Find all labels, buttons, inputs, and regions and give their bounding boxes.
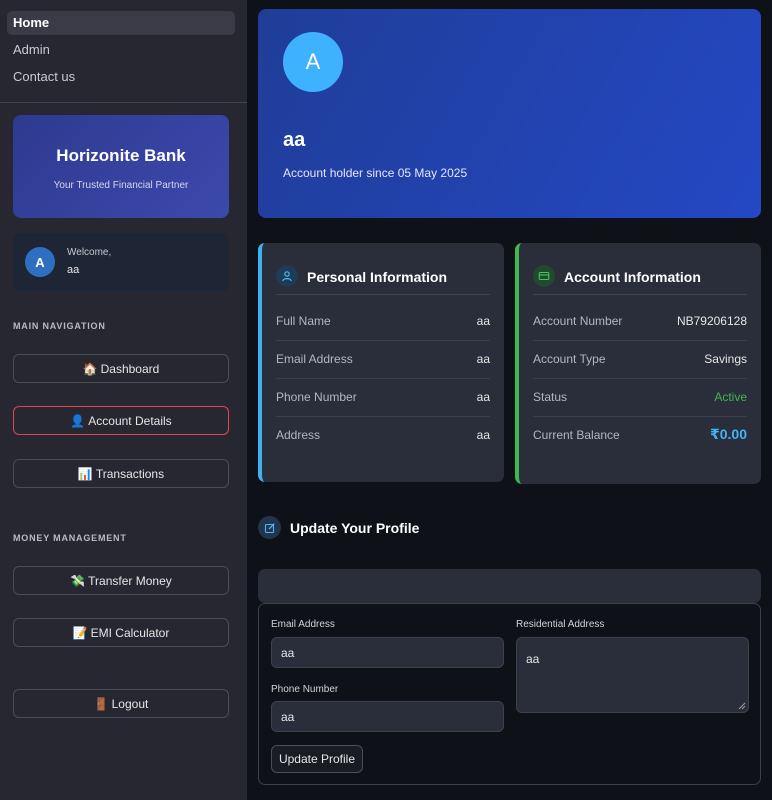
transfer-money-button-label: Transfer Money — [88, 573, 172, 588]
info-value: aa — [476, 390, 490, 404]
email-label: Email Address — [271, 619, 335, 630]
page-link-home[interactable]: Home — [7, 11, 235, 35]
info-row: Address aa — [276, 417, 490, 455]
account-type-value: Savings — [704, 352, 747, 366]
account-details-button[interactable]: 👤 Account Details — [13, 406, 229, 435]
memo-icon: 📝 — [72, 625, 88, 640]
money-icon: 💸 — [70, 573, 86, 588]
info-row: Email Address aa — [276, 341, 490, 379]
info-row: Status Active — [533, 379, 747, 417]
address-text: aa — [526, 652, 540, 666]
account-information-card: Account Information Account Number NB792… — [515, 243, 761, 484]
info-key: Phone Number — [276, 390, 357, 404]
update-profile-button[interactable]: Update Profile — [271, 745, 363, 773]
account-details-button-label: Account Details — [88, 413, 172, 428]
account-holder-since: Account holder since 05 May 2025 — [283, 166, 468, 180]
info-row: Account Type Savings — [533, 341, 747, 379]
bar-chart-icon: 📊 — [77, 466, 93, 481]
info-key: Account Type — [533, 352, 606, 366]
door-icon: 🚪 — [93, 696, 109, 711]
update-profile-heading: Update Your Profile — [290, 520, 420, 536]
welcome-username: aa — [67, 264, 80, 276]
address-textarea[interactable]: aa — [516, 637, 749, 713]
house-icon: 🏠 — [82, 361, 98, 376]
current-balance-value: ₹0.00 — [710, 426, 747, 442]
status-badge: Active — [714, 390, 747, 404]
logout-button-label: Logout — [111, 696, 149, 711]
emi-calculator-button-label: EMI Calculator — [90, 625, 170, 640]
profile-avatar: A — [283, 32, 343, 92]
emi-calculator-button[interactable]: 📝 EMI Calculator — [13, 618, 229, 647]
info-row: Account Number NB79206128 — [533, 303, 747, 341]
edit-icon — [258, 516, 281, 539]
person-icon — [276, 265, 298, 287]
form-header-bar — [258, 569, 761, 603]
brand-title: Horizonite Bank — [56, 146, 186, 165]
card-header: Personal Information — [276, 265, 490, 295]
info-row: Full Name aa — [276, 303, 490, 341]
info-key: Address — [276, 428, 321, 442]
brand-card: Horizonite Bank Your Trusted Financial P… — [13, 115, 229, 218]
transactions-button[interactable]: 📊 Transactions — [13, 459, 229, 488]
page-nav: Home Admin Contact us — [0, 0, 247, 89]
resize-handle-icon[interactable] — [738, 702, 746, 710]
card-header: Account Information — [533, 265, 747, 295]
page-link-admin[interactable]: Admin — [7, 38, 235, 62]
info-value: aa — [476, 314, 490, 328]
page-link-contact[interactable]: Contact us — [7, 65, 235, 89]
main-navigation-label: MAIN NAVIGATION — [13, 321, 106, 331]
dashboard-button-label: Dashboard — [100, 361, 160, 376]
info-row: Phone Number aa — [276, 379, 490, 417]
account-number-value: NB79206128 — [676, 314, 747, 328]
info-key: Email Address — [276, 352, 353, 366]
welcome-label: Welcome, — [67, 247, 112, 258]
info-row: Current Balance ₹0.00 — [533, 417, 747, 455]
card-title: Personal Information — [307, 269, 448, 285]
phone-label: Phone Number — [271, 684, 339, 695]
profile-name: aa — [283, 129, 306, 151]
dashboard-button[interactable]: 🏠 Dashboard — [13, 354, 229, 383]
transactions-button-label: Transactions — [95, 466, 165, 481]
logout-button[interactable]: 🚪 Logout — [13, 689, 229, 718]
nav-divider — [0, 102, 247, 103]
user-icon: 👤 — [70, 413, 86, 428]
personal-information-card: Personal Information Full Name aa Email … — [258, 243, 504, 482]
info-value: aa — [476, 352, 490, 366]
card-title: Account Information — [564, 269, 701, 285]
info-key: Status — [533, 390, 568, 404]
brand-subtitle: Your Trusted Financial Partner — [53, 180, 189, 191]
profile-hero: A aa Account holder since 05 May 2025 — [258, 9, 761, 218]
credit-card-icon — [533, 265, 555, 287]
welcome-card: A Welcome, aa — [13, 233, 229, 291]
update-profile-form: Email Address Phone Number Residential A… — [258, 603, 761, 785]
transfer-money-button[interactable]: 💸 Transfer Money — [13, 566, 229, 595]
info-key: Current Balance — [533, 428, 620, 442]
avatar: A — [25, 247, 55, 277]
info-value: aa — [476, 428, 490, 442]
info-key: Full Name — [276, 314, 331, 328]
sidebar: Home Admin Contact us Horizonite Bank Yo… — [0, 0, 247, 800]
money-management-label: MONEY MANAGEMENT — [13, 533, 127, 543]
address-label: Residential Address — [516, 619, 605, 630]
phone-field[interactable] — [271, 701, 504, 732]
info-key: Account Number — [533, 314, 623, 328]
email-field[interactable] — [271, 637, 504, 668]
